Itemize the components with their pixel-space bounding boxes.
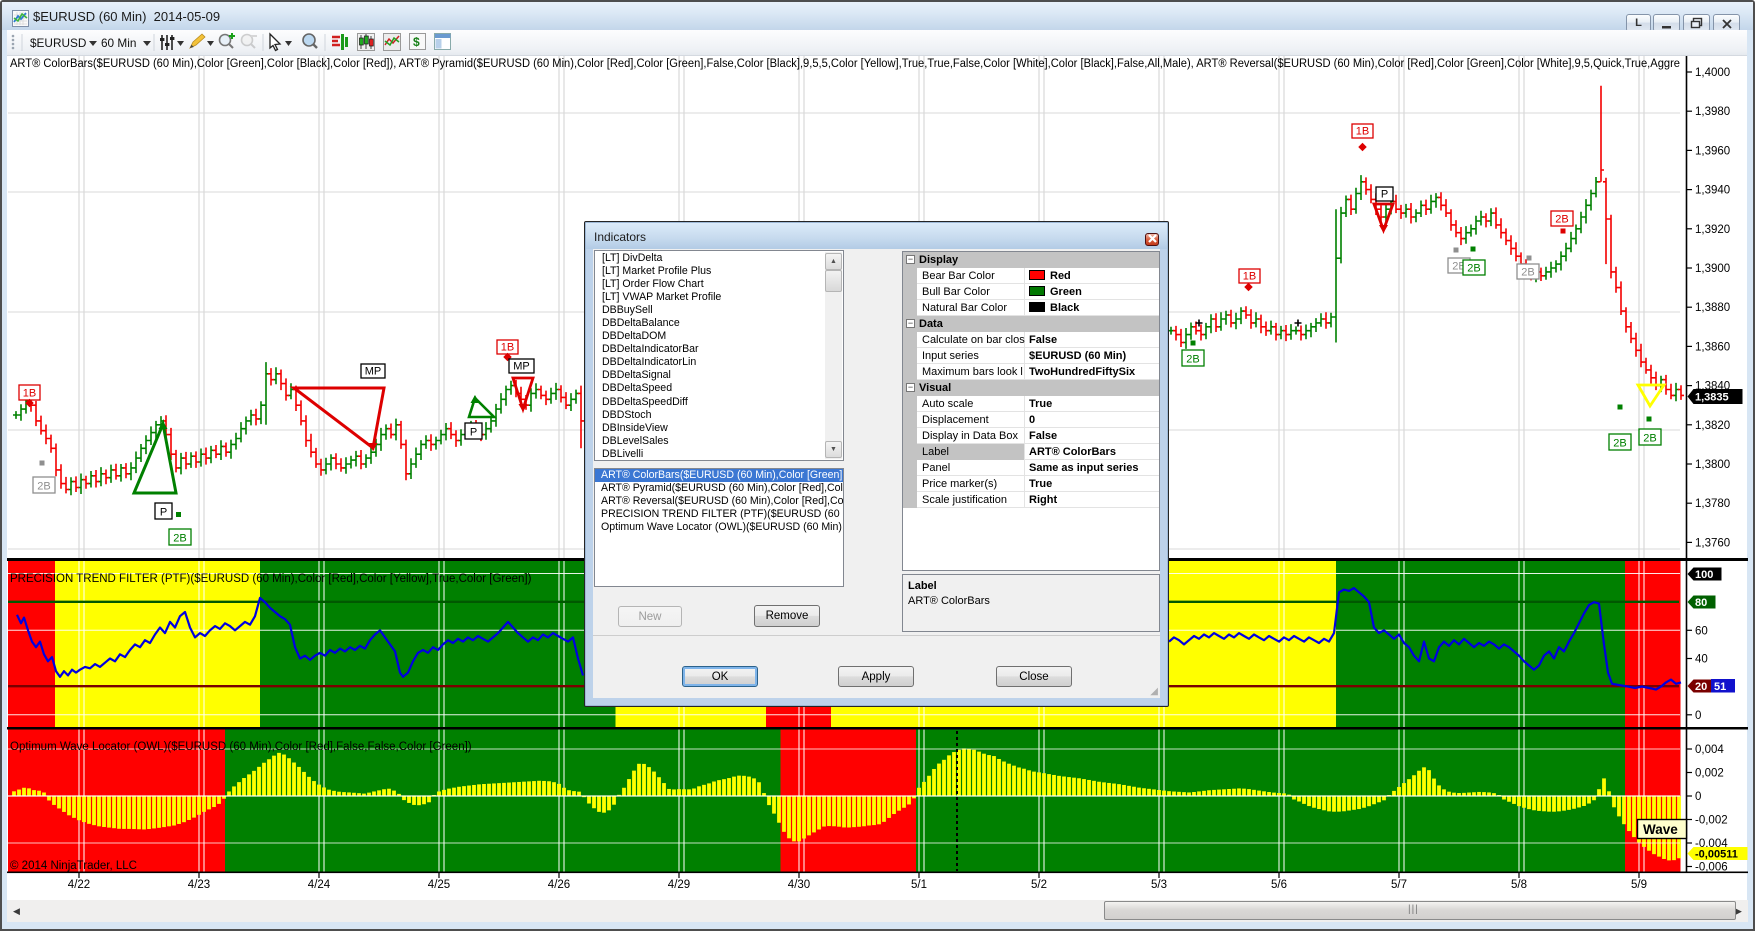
svg-text:1,3835: 1,3835 <box>1695 392 1729 404</box>
svg-text:100: 100 <box>1695 569 1713 581</box>
svg-text:4/25: 4/25 <box>428 879 450 891</box>
svg-text:1,3800: 1,3800 <box>1695 459 1730 471</box>
svg-text:5/9: 5/9 <box>1631 879 1647 891</box>
svg-text:1,4000: 1,4000 <box>1695 67 1730 79</box>
svg-text:-0,002: -0,002 <box>1695 815 1728 827</box>
svg-text:4/22: 4/22 <box>68 879 90 891</box>
svg-text:1,3880: 1,3880 <box>1695 302 1730 314</box>
svg-text:0,004: 0,004 <box>1695 744 1724 756</box>
svg-text:4/29: 4/29 <box>668 879 690 891</box>
svg-text:0,002: 0,002 <box>1695 768 1724 780</box>
svg-text:$EURUSD: $EURUSD <box>30 36 86 50</box>
svg-text:1,3940: 1,3940 <box>1695 185 1730 197</box>
svg-text:5/7: 5/7 <box>1391 879 1407 891</box>
svg-text:2B: 2B <box>1521 267 1534 279</box>
svg-text:P: P <box>1381 189 1388 201</box>
svg-text:1,3860: 1,3860 <box>1695 341 1730 353</box>
svg-text:60: 60 <box>1695 625 1708 637</box>
svg-text:4/30: 4/30 <box>788 879 810 891</box>
svg-text:5/6: 5/6 <box>1271 879 1287 891</box>
svg-text:2B: 2B <box>37 481 50 493</box>
svg-text:0: 0 <box>1695 710 1701 722</box>
svg-text:© 2014 NinjaTrader, LLC: © 2014 NinjaTrader, LLC <box>10 860 137 872</box>
svg-text:ART® ColorBars($EURUSD (60 Min: ART® ColorBars($EURUSD (60 Min),Color [G… <box>10 58 1680 70</box>
svg-text:1,3760: 1,3760 <box>1695 537 1730 549</box>
svg-text:Optimum Wave Locator (OWL)($EU: Optimum Wave Locator (OWL)($EURUSD (60 M… <box>10 741 472 753</box>
svg-text:40: 40 <box>1695 654 1708 666</box>
svg-text:60 Min: 60 Min <box>101 36 136 50</box>
svg-text:2B: 2B <box>1555 214 1568 226</box>
svg-text:51: 51 <box>1714 681 1726 693</box>
svg-text:4/23: 4/23 <box>188 879 210 891</box>
svg-text:MP: MP <box>513 361 530 373</box>
svg-text:1,3900: 1,3900 <box>1695 263 1730 275</box>
svg-text:2B: 2B <box>1467 263 1480 275</box>
svg-text:1B: 1B <box>1356 126 1369 138</box>
svg-text:4/24: 4/24 <box>308 879 331 891</box>
svg-text:2B: 2B <box>1186 354 1199 366</box>
svg-text:4/26: 4/26 <box>548 879 570 891</box>
svg-text:Wave: Wave <box>1643 822 1678 837</box>
svg-text:1,3780: 1,3780 <box>1695 498 1730 510</box>
svg-text:80: 80 <box>1695 597 1707 609</box>
svg-text:PRECISION TREND FILTER (PTF)($: PRECISION TREND FILTER (PTF)($EURUSD (60… <box>10 573 532 585</box>
svg-text:0: 0 <box>1695 791 1701 803</box>
svg-text:5/1: 5/1 <box>911 879 927 891</box>
svg-text:2B: 2B <box>1613 438 1626 450</box>
svg-text:5/2: 5/2 <box>1031 879 1047 891</box>
svg-text:$: $ <box>413 35 420 49</box>
svg-text:1B: 1B <box>1243 271 1256 283</box>
svg-text:2B: 2B <box>1643 433 1656 445</box>
svg-text:1B: 1B <box>23 388 36 400</box>
svg-text:1B: 1B <box>501 342 514 354</box>
svg-text:-0,006: -0,006 <box>1695 862 1728 874</box>
svg-text:-0,00511: -0,00511 <box>1695 849 1738 861</box>
svg-text:P: P <box>470 427 477 439</box>
svg-text:MP: MP <box>365 366 382 378</box>
svg-text:1,3960: 1,3960 <box>1695 145 1730 157</box>
svg-text:1,3820: 1,3820 <box>1695 420 1730 432</box>
svg-text:2B: 2B <box>173 533 186 545</box>
svg-text:5/8: 5/8 <box>1511 879 1527 891</box>
svg-text:5/3: 5/3 <box>1151 879 1167 891</box>
svg-text:20: 20 <box>1695 681 1707 693</box>
svg-text:1,3980: 1,3980 <box>1695 106 1730 118</box>
svg-text:1,3920: 1,3920 <box>1695 224 1730 236</box>
svg-text:P: P <box>160 507 167 519</box>
